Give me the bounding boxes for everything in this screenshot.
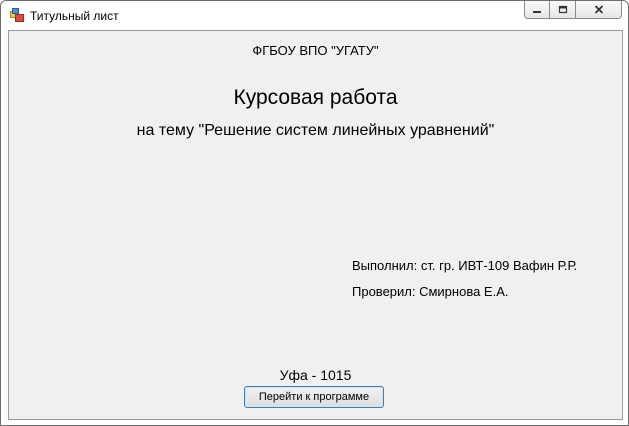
go-to-program-button[interactable]: Перейти к программе bbox=[244, 386, 384, 408]
caption-buttons bbox=[524, 1, 622, 21]
maximize-button[interactable] bbox=[550, 1, 576, 19]
minimize-button[interactable] bbox=[524, 1, 550, 19]
form-client-area: ФГБОУ ВПО "УГАТУ" Курсовая работа на тем… bbox=[8, 30, 623, 420]
checked-by-label: Проверил: Смирнова Е.А. bbox=[352, 284, 509, 299]
minimize-icon bbox=[532, 1, 542, 19]
close-button[interactable] bbox=[576, 1, 622, 19]
app-form-icon bbox=[10, 8, 24, 22]
coursework-heading: Курсовая работа bbox=[233, 86, 398, 109]
topic-label: на тему "Решение систем линейных уравнен… bbox=[136, 122, 495, 139]
performed-by-label: Выполнил: ст. гр. ИВТ-109 Вафин Р.Р. bbox=[352, 258, 578, 273]
title-bar[interactable]: Титульный лист bbox=[1, 1, 628, 29]
window-title: Титульный лист bbox=[30, 9, 119, 23]
city-year-label: Уфа - 1015 bbox=[279, 367, 352, 383]
main-window: Титульный лист ФГБОУ ВПО "УГАТУ" Курсова… bbox=[0, 0, 629, 426]
organization-label: ФГБОУ ВПО "УГАТУ" bbox=[252, 43, 379, 58]
close-icon bbox=[594, 1, 604, 19]
maximize-icon bbox=[558, 1, 568, 19]
